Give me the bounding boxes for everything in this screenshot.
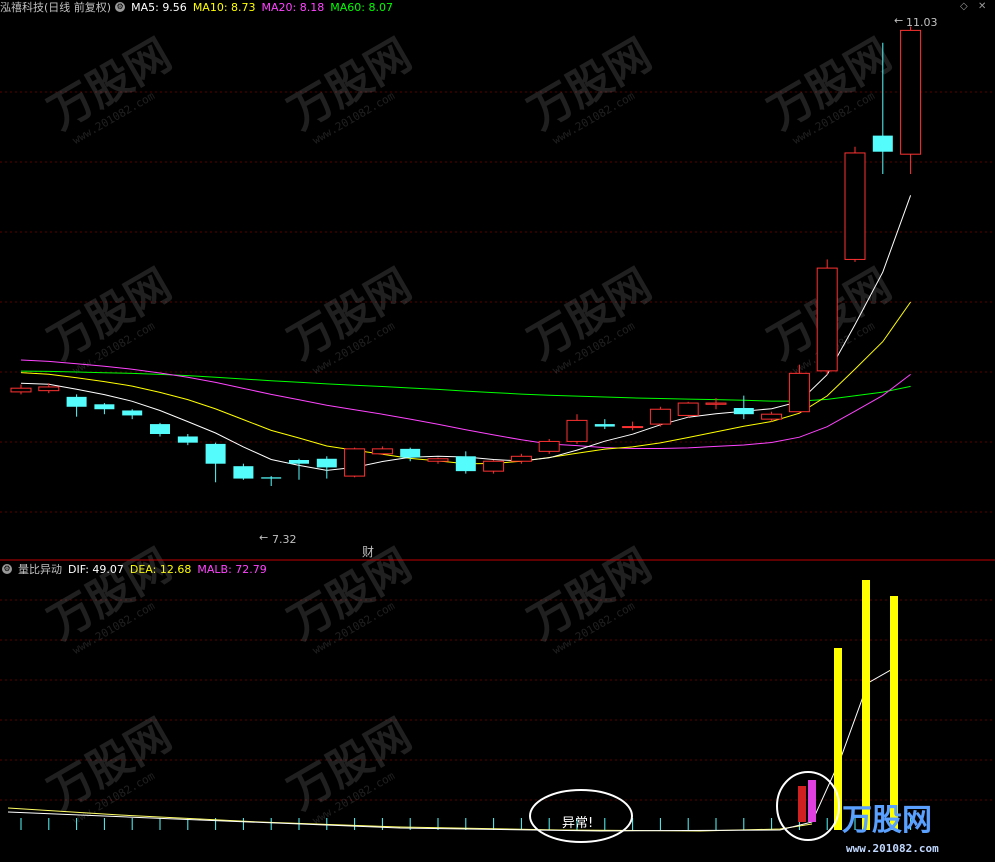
anomaly-annotation: 异常! bbox=[529, 771, 840, 843]
candle-body bbox=[900, 29, 922, 155]
watermark-tile: 万股网www.201082.com bbox=[520, 539, 660, 657]
stock-chart[interactable]: 万股网www.201082.com 万股网www.201082.com 万股网www… bbox=[0, 0, 995, 862]
candle-body bbox=[316, 458, 337, 468]
candle-body bbox=[261, 477, 282, 479]
watermark-tile: 万股网www.201082.com bbox=[40, 259, 180, 377]
candle-body bbox=[122, 410, 143, 416]
ratio-bar bbox=[862, 580, 870, 830]
logo-arrow-icon-2 bbox=[808, 780, 816, 822]
logo-arrow-icon bbox=[798, 786, 806, 822]
candle-body bbox=[233, 466, 254, 479]
anomaly-label: 异常! bbox=[562, 816, 593, 831]
ma60-line bbox=[20, 370, 911, 402]
candle-body bbox=[400, 448, 421, 458]
candle-body bbox=[816, 267, 838, 372]
high-price-arrow: ← bbox=[894, 14, 903, 27]
candle-body bbox=[455, 456, 476, 472]
candle-body bbox=[510, 455, 532, 462]
watermark-tile: 万股网www.201082.com bbox=[520, 29, 660, 147]
watermark-tile: 万股网www.201082.com bbox=[280, 539, 420, 657]
high-price-label: 11.03 bbox=[906, 16, 938, 29]
watermark-tile: 万股网www.201082.com bbox=[280, 709, 420, 827]
candle-body bbox=[872, 135, 893, 152]
low-price-arrow: ← bbox=[259, 531, 268, 544]
ratio-bar bbox=[890, 596, 898, 830]
watermark-tile: 万股网www.201082.com bbox=[40, 29, 180, 147]
candle-body bbox=[538, 440, 560, 452]
watermark-tile: 万股网www.201082.com bbox=[760, 29, 900, 147]
candle-body bbox=[38, 386, 60, 392]
candle-body bbox=[733, 408, 754, 415]
watermark-tile: 万股网www.201082.com bbox=[520, 259, 660, 377]
ma20-line bbox=[20, 359, 911, 449]
candle-body bbox=[761, 413, 783, 420]
watermark-tile: 万股网www.201082.com bbox=[280, 29, 420, 147]
candle-body bbox=[205, 443, 226, 464]
candle-body bbox=[289, 460, 309, 464]
candle-body bbox=[483, 460, 505, 472]
candle-body bbox=[427, 458, 449, 462]
logo-url-text: www.201082.com bbox=[846, 842, 939, 855]
candle-body bbox=[344, 448, 366, 477]
logo-brand-text: 万股网 bbox=[842, 803, 932, 838]
candle-body bbox=[566, 419, 588, 442]
watermark-tile: 万股网www.201082.com bbox=[280, 259, 420, 377]
candle-body bbox=[677, 402, 699, 416]
candle-body bbox=[66, 396, 87, 407]
candle-body bbox=[371, 448, 393, 455]
candle-body bbox=[94, 404, 115, 410]
watermark-tile: 万股网www.201082.com bbox=[40, 539, 180, 657]
low-price-label: 7.32 bbox=[272, 533, 297, 546]
candle-body bbox=[622, 426, 644, 429]
finance-marker[interactable]: 财 bbox=[362, 545, 374, 559]
candle-body bbox=[649, 408, 671, 425]
candle-body bbox=[177, 436, 198, 443]
candle-body bbox=[788, 372, 810, 413]
candle-body bbox=[150, 424, 170, 434]
candle-body bbox=[844, 152, 866, 260]
candle-body bbox=[10, 387, 32, 393]
candle-body bbox=[705, 402, 727, 405]
candle-body bbox=[594, 424, 615, 427]
